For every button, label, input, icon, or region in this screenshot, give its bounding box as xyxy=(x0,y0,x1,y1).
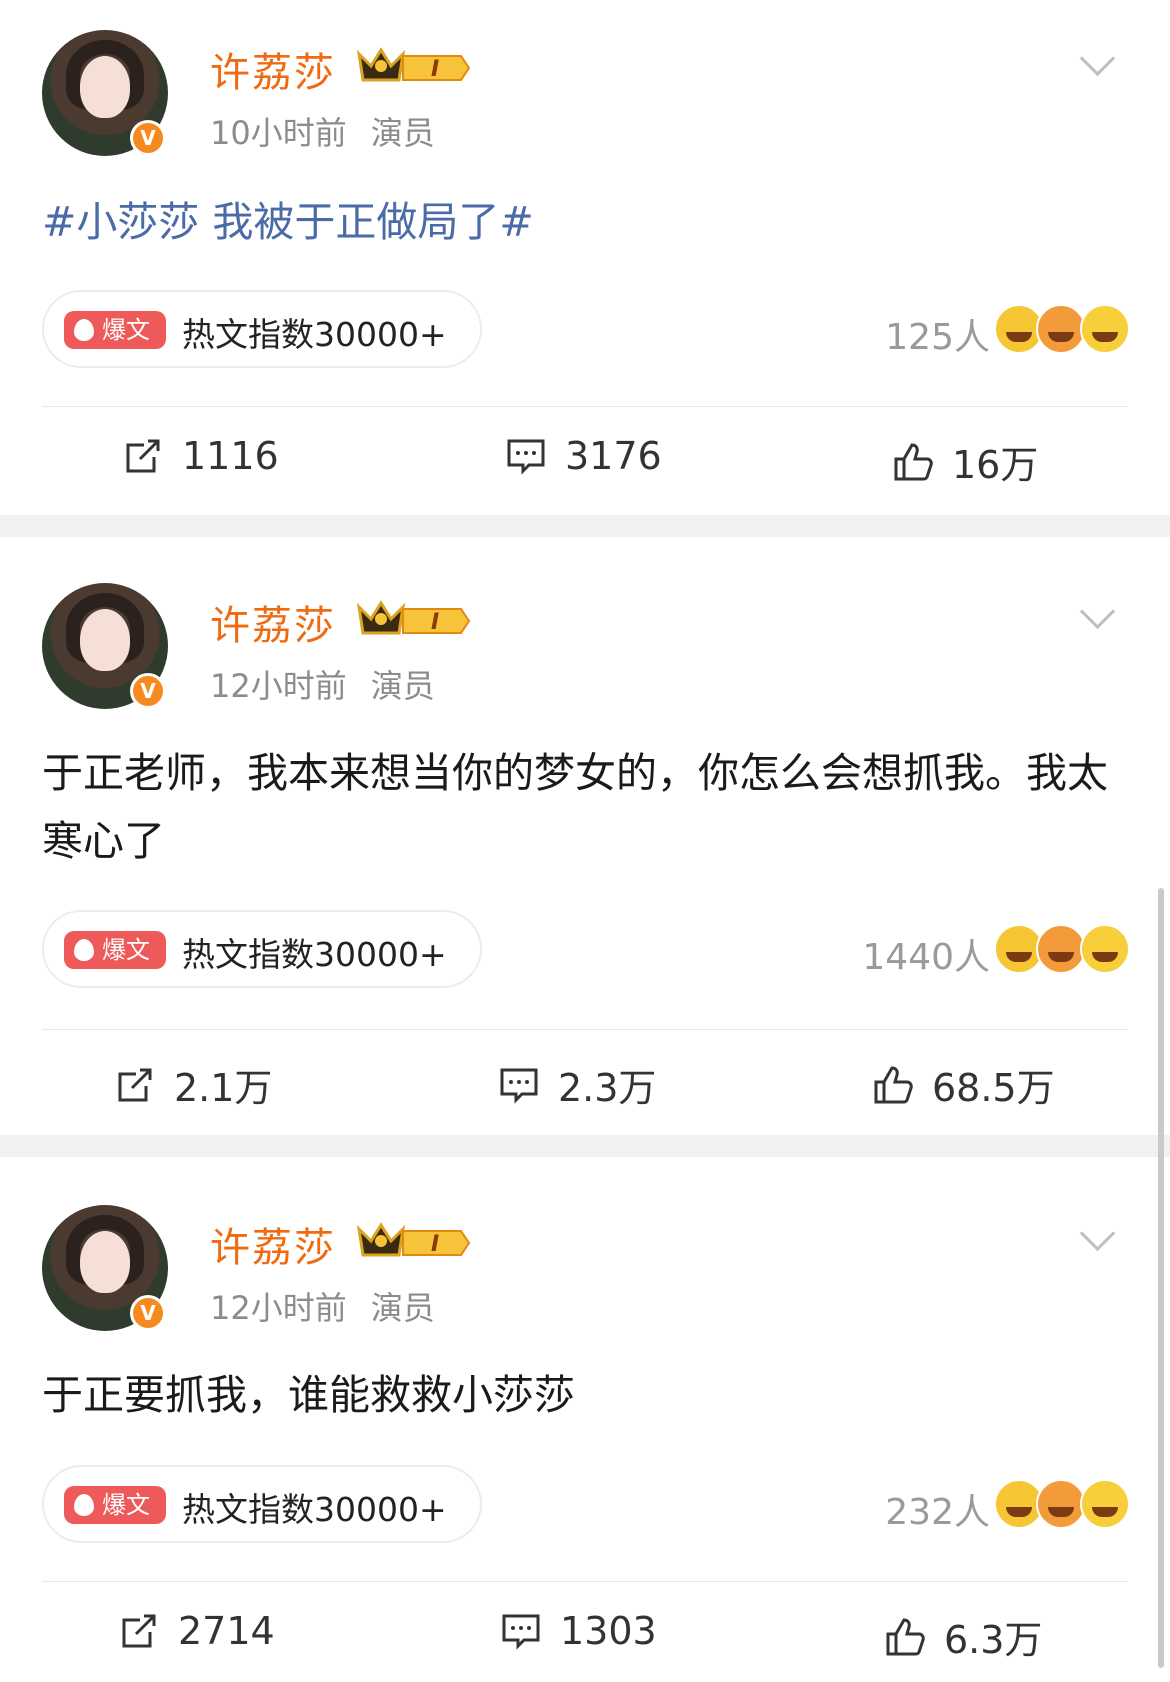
comment-button[interactable]: 1303 xyxy=(500,1609,657,1653)
hot-index-pill[interactable]: 爆文 热文指数30000+ xyxy=(42,1465,482,1543)
divider xyxy=(42,406,1128,407)
hot-tag: 爆文 xyxy=(64,311,166,349)
flame-icon xyxy=(74,319,94,341)
scrollbar[interactable] xyxy=(1158,888,1164,1668)
verified-badge-icon: V xyxy=(130,1295,166,1331)
post-time: 12小时前 xyxy=(210,1289,347,1327)
chevron-down-icon[interactable] xyxy=(1079,40,1116,77)
author-name[interactable]: 许荔莎 xyxy=(210,1215,336,1273)
avatar-face xyxy=(80,1231,130,1293)
surprised-emoji-icon xyxy=(1080,304,1130,354)
author-role: 演员 xyxy=(370,667,435,705)
action-bar: 2714 1303 6.3万 xyxy=(0,1595,1170,1675)
hot-index-label: 热文指数30000+ xyxy=(182,1490,447,1529)
post-time: 10小时前 xyxy=(210,114,347,152)
hot-index-label: 热文指数30000+ xyxy=(182,315,447,354)
comment-icon xyxy=(507,439,545,475)
member-crown-icon: I xyxy=(356,47,471,82)
comment-icon xyxy=(502,1614,540,1650)
comment-button[interactable]: 2.3万 xyxy=(498,1057,656,1112)
divider xyxy=(42,1581,1128,1582)
surprised-emoji-icon xyxy=(1080,924,1130,974)
like-count: 6.3万 xyxy=(944,1618,1043,1662)
repost-count: 2714 xyxy=(178,1609,275,1653)
like-button[interactable]: 68.5万 xyxy=(872,1057,1055,1112)
surprised-emoji-icon xyxy=(1080,1479,1130,1529)
author-name[interactable]: 许荔莎 xyxy=(210,593,336,651)
comment-count: 3176 xyxy=(565,434,662,478)
avatar-face xyxy=(80,609,130,671)
comment-count: 1303 xyxy=(560,1609,657,1653)
reactions[interactable]: 1440人 xyxy=(730,920,1130,980)
repost-icon xyxy=(122,1614,156,1648)
kiss-emoji-icon xyxy=(1036,1479,1086,1529)
hot-tag: 爆文 xyxy=(64,931,166,969)
kiss-emoji-icon xyxy=(1036,304,1086,354)
thumbs-up-icon xyxy=(874,1065,913,1103)
like-count: 16万 xyxy=(952,443,1039,487)
repost-count: 2.1万 xyxy=(174,1066,273,1110)
repost-button[interactable]: 1116 xyxy=(122,434,279,478)
author-role: 演员 xyxy=(370,1289,435,1327)
member-crown-icon: I xyxy=(356,600,471,635)
divider xyxy=(42,1029,1128,1030)
comment-count: 2.3万 xyxy=(558,1066,657,1110)
hot-tag: 爆文 xyxy=(64,1486,166,1524)
verified-badge-icon: V xyxy=(130,673,166,709)
action-bar: 2.1万 2.3万 68.5万 xyxy=(0,1043,1170,1123)
member-level: I xyxy=(431,57,439,82)
post-time: 12小时前 xyxy=(210,667,347,705)
chevron-down-icon[interactable] xyxy=(1079,1215,1116,1252)
avatar-face xyxy=(80,56,130,118)
author-name[interactable]: 许荔莎 xyxy=(210,40,336,98)
like-count: 68.5万 xyxy=(932,1066,1055,1110)
hot-index-pill[interactable]: 爆文 热文指数30000+ xyxy=(42,290,482,368)
repost-button[interactable]: 2.1万 xyxy=(114,1057,272,1112)
comment-button[interactable]: 3176 xyxy=(505,434,662,478)
post-meta: 12小时前 演员 xyxy=(210,1283,459,1329)
reactions[interactable]: 232人 xyxy=(730,1475,1130,1535)
reaction-count: 232人 xyxy=(885,1492,990,1533)
post-separator xyxy=(0,515,1170,537)
post-meta: 12小时前 演员 xyxy=(210,661,459,707)
weibo-post[interactable]: V 许荔莎 I 10小时前 演员 #小莎莎 我被于正做局了# 爆文 热文指数300… xyxy=(0,0,1170,515)
hot-index-label: 热文指数30000+ xyxy=(182,935,447,974)
comment-icon xyxy=(500,1068,538,1104)
post-text[interactable]: 于正老师，我本来想当你的梦女的，你怎么会想抓我。我太寒心了 xyxy=(42,739,1132,875)
thumbs-up-icon xyxy=(894,442,933,480)
action-bar: 1116 3176 16万 xyxy=(0,420,1170,500)
post-meta: 10小时前 演员 xyxy=(210,108,459,154)
flame-icon xyxy=(74,1494,94,1516)
flame-icon xyxy=(74,939,94,961)
kiss-emoji-icon xyxy=(1036,924,1086,974)
repost-icon xyxy=(126,439,160,473)
reaction-count: 1440人 xyxy=(862,937,990,978)
weibo-post[interactable]: V 许荔莎 I 12小时前 演员 于正老师，我本来想当你的梦女的，你怎么会想抓我。… xyxy=(0,553,1170,1135)
like-button[interactable]: 16万 xyxy=(892,434,1038,489)
post-text[interactable]: #小莎莎 我被于正做局了# xyxy=(42,188,1132,256)
reaction-count: 125人 xyxy=(885,317,990,358)
reactions[interactable]: 125人 xyxy=(730,300,1130,360)
thumbs-up-icon xyxy=(886,1617,925,1655)
author-role: 演员 xyxy=(370,114,435,152)
repost-count: 1116 xyxy=(182,434,279,478)
post-separator xyxy=(0,1135,1170,1157)
weibo-post[interactable]: V 许荔莎 I 12小时前 演员 于正要抓我，谁能救救小莎莎 爆文 热文指数300… xyxy=(0,1175,1170,1682)
member-level: I xyxy=(431,1232,439,1257)
chevron-down-icon[interactable] xyxy=(1079,593,1116,630)
like-button[interactable]: 6.3万 xyxy=(884,1609,1042,1664)
post-text[interactable]: 于正要抓我，谁能救救小莎莎 xyxy=(42,1361,1132,1429)
repost-icon xyxy=(118,1068,152,1101)
member-level: I xyxy=(431,610,439,635)
verified-badge-icon: V xyxy=(130,120,166,156)
member-crown-icon: I xyxy=(356,1222,471,1257)
repost-button[interactable]: 2714 xyxy=(118,1609,275,1653)
hot-index-pill[interactable]: 爆文 热文指数30000+ xyxy=(42,910,482,988)
